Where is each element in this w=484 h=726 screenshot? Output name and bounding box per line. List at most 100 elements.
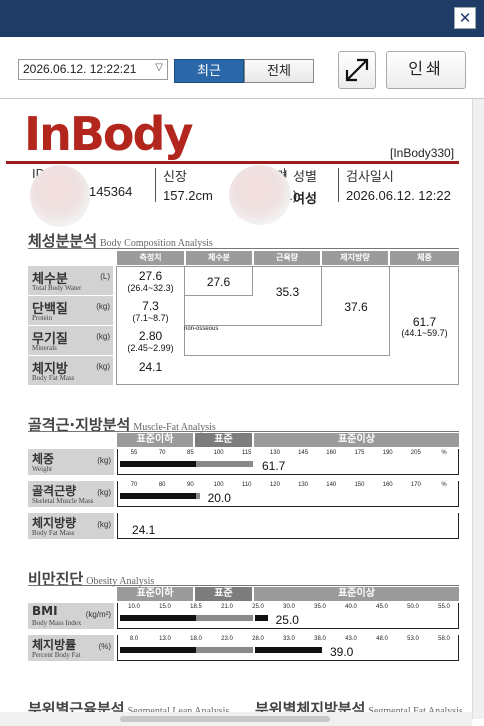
scale-tick: 90 [187,482,194,488]
scale-tick: 18.5 [190,604,202,610]
expand-button[interactable] [338,51,376,89]
bar-fill [120,647,196,653]
weight-value: 61.7 [412,315,437,329]
section-line [28,248,459,249]
col-header: 체수분 [186,251,252,265]
info-height: 신장 157.2cm [163,166,213,203]
bar-scale: 24.1 [117,513,459,539]
row-unit: (kg) [96,332,110,341]
band-above: 표준이상 [254,587,459,601]
bar-row-label: 골격근량 Skeletal Muscle Mass (kg) [28,481,114,507]
scale-tick: 115 [241,450,252,456]
bar-value: 61.7 [262,459,286,473]
report-viewport[interactable]: InBody [InBody330] ID 145364 신장 157.2cm … [0,99,472,719]
height-label: 신장 [163,169,187,184]
scale-tick: 130 [269,450,280,456]
scale-baseline [118,628,458,629]
col-header: 체중 [390,251,459,265]
bar-row-en: Body Mass Index [32,619,82,627]
inbody-logo: InBody [24,107,193,161]
tab-recent[interactable]: 최근 [174,59,244,83]
bar-scale: 8.0 13.0 18.0 23.0 28.0 33.0 38.0 43.0 48.0 53.0 5… [117,635,459,661]
scale-tick: 35.0 [314,604,326,610]
tab-all[interactable]: 전체 [244,59,314,83]
header-divider [6,161,459,164]
scale-tick: 10.0 [128,604,140,610]
scale-tick: 160 [326,450,337,456]
scrollbar-thumb[interactable] [120,716,330,722]
bar-row-label: 체지방량 Body Fat Mass (kg) [28,513,114,539]
bar-scale: 10.0 15.0 18.5 21.0 25.0 30.0 35.0 40.0 45.0 50.0… [117,603,459,629]
horizontal-scrollbar[interactable] [0,712,472,726]
col-header: 제지방량 [322,251,388,265]
info-divider [155,168,156,202]
scale-tick: 140 [326,482,337,488]
scale-tick: 48.0 [376,636,388,642]
scale-baseline [118,660,458,661]
band-standard: 표준 [195,433,252,447]
band-standard: 표준 [195,587,252,601]
expand-diagonal-icon [345,58,369,82]
scale-tick: 28.0 [252,636,264,642]
scale-tick: 58.0 [438,636,450,642]
bar-fill-above [255,615,268,621]
scale-tick: 45.0 [376,604,388,610]
scale-tick: 23.0 [221,636,233,642]
scale-tick: 13.0 [159,636,171,642]
bar-row-unit: (kg/m²) [85,610,111,619]
exam-date-value: 2026.06.12. 12:22:21 [23,62,137,76]
scale-tick: 55.0 [438,604,450,610]
bar-fill [120,461,196,467]
privacy-blur [229,165,291,225]
bar-row-en: Body Fat Mass [32,529,75,537]
bar-row-label: BMI Body Mass Index (kg/m²) [28,603,114,629]
exam-date-select[interactable]: 2026.06.12. 12:22:21 ▽ [18,59,168,80]
height-value: 157.2cm [163,188,213,203]
scale-tick: 33.0 [283,636,295,642]
scale-tick: 50.0 [407,604,419,610]
section-line [28,431,459,432]
scale-tick: 70 [158,450,166,456]
bar-row-unit: (kg) [97,488,111,497]
scale-tick: 120 [269,482,280,488]
row-label-en: Total Body Water [32,284,82,292]
scale-tick: 30.0 [283,604,295,610]
scale-tick: 100 [213,482,224,488]
sex-label: 성별 [293,169,317,184]
scale-baseline [118,538,458,539]
scale-tick: 53.0 [407,636,419,642]
scale-tick: 85 [187,450,194,456]
row-label-water: 체수분 Total Body Water (L) [28,266,113,295]
row-label-en: Minerals [32,344,57,352]
scale-tick: 38.0 [314,636,326,642]
close-button[interactable]: ✕ [454,7,476,29]
scale-tick: 18.0 [190,636,202,642]
scale-tick: 130 [298,482,309,488]
print-button[interactable]: 인쇄 [386,51,466,89]
scale-baseline [118,474,458,475]
bar-fill-standard [196,647,253,653]
col-header: 측정치 [117,251,184,265]
vertical-scrollbar[interactable] [472,99,484,719]
scale-tick: 25.0 [252,604,264,610]
sex-value: 여성 [293,191,317,206]
bar-row-label: 체중 Weight (kg) [28,449,114,475]
privacy-blur [30,165,90,227]
scale-tick: 43.0 [345,636,357,642]
info-date: 검사일시 2026.06.12. 12:22 [346,166,451,203]
band-below: 표준이하 [117,587,193,601]
window-titlebar: ✕ [0,0,484,37]
scale-tick: 70 [130,482,138,488]
scale-tick: 175 [354,450,365,456]
scale-tick: % [441,450,447,456]
scale-tick: 160 [382,482,393,488]
device-model: [InBody330] [390,146,455,160]
row-label-fat: 체지방 Body Fat Mass (kg) [28,356,113,385]
scale-tick: 8.0 [129,636,139,642]
scale-tick: 205 [410,450,421,456]
scale-tick: 110 [241,482,252,488]
id-value: 145364 [89,184,133,199]
bar-fill [120,493,196,499]
bar-value: 24.1 [132,523,156,537]
scale-tick: 190 [382,450,393,456]
